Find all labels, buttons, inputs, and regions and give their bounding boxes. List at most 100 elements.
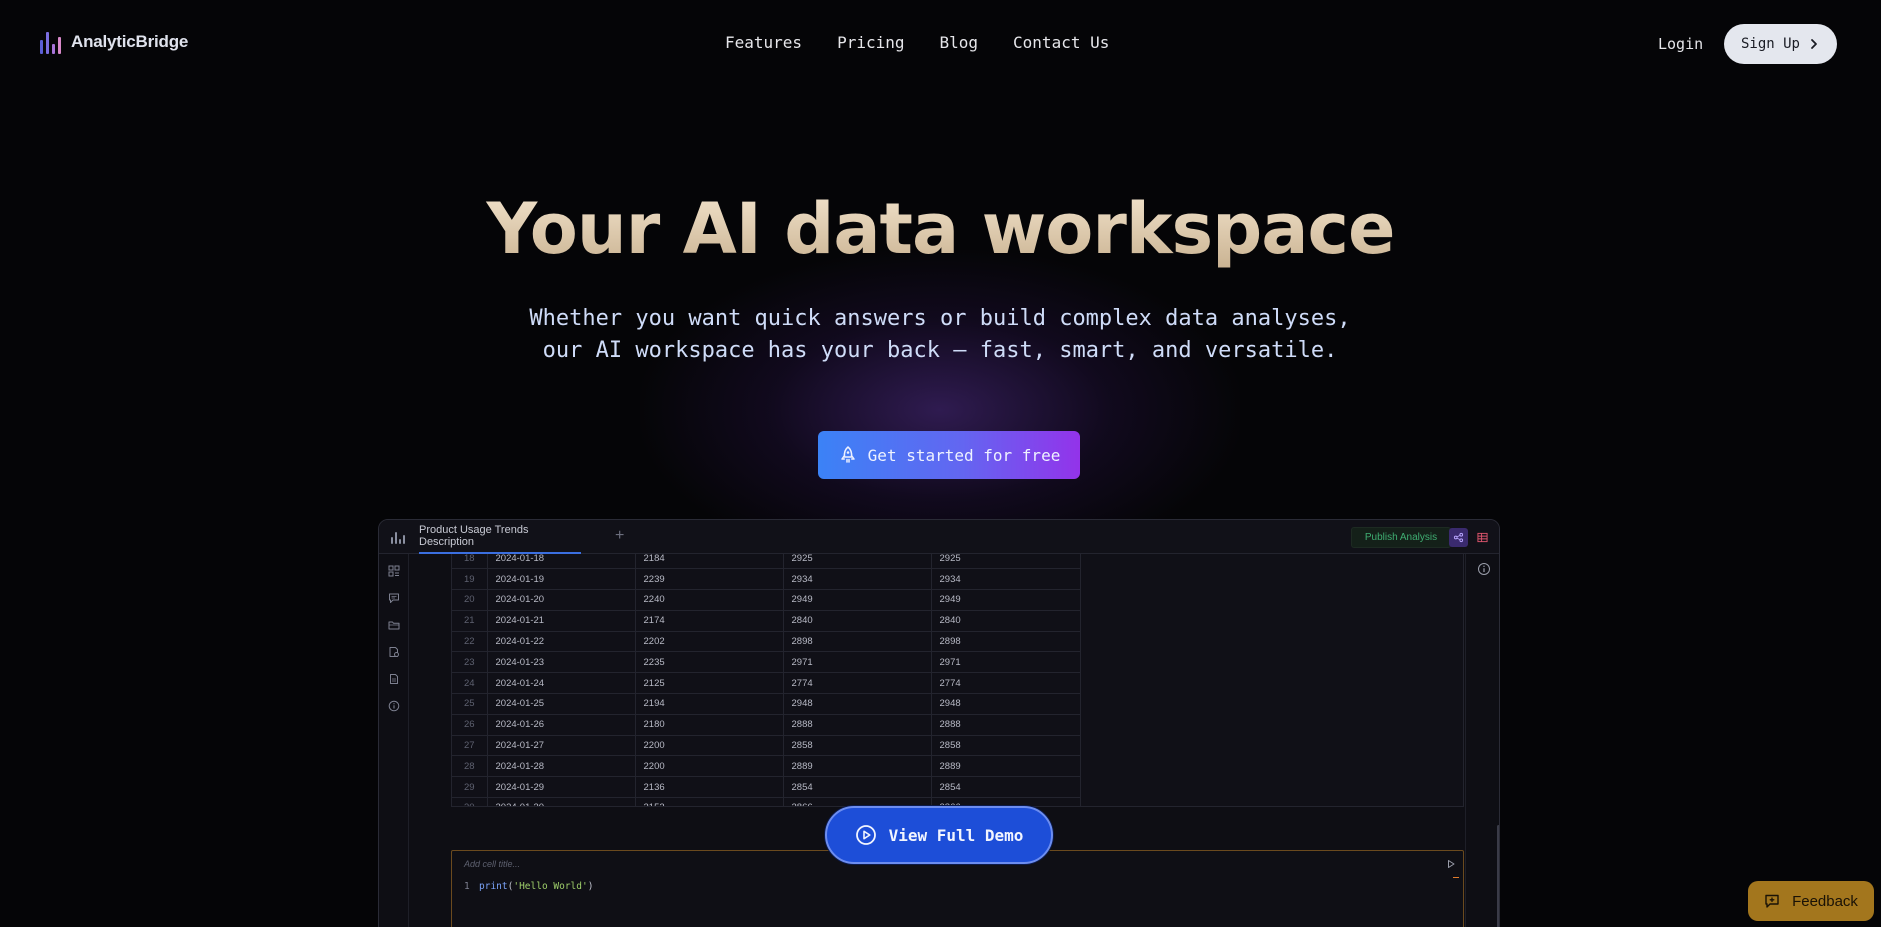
table-view-button[interactable] [1473, 528, 1492, 547]
run-cell-icon[interactable] [1446, 859, 1456, 869]
table-cell[interactable]: 2971 [783, 651, 932, 674]
table-cell[interactable]: 2024-01-29 [487, 776, 636, 799]
table-cell[interactable]: 2971 [931, 651, 1081, 674]
table-cell[interactable]: 2854 [931, 776, 1081, 799]
table-cell[interactable]: 2184 [635, 554, 784, 570]
table-cell[interactable]: 2024-01-26 [487, 714, 636, 736]
chat-icon[interactable] [388, 591, 400, 603]
signup-button[interactable]: Sign Up [1724, 24, 1837, 64]
row-index-cell[interactable]: 20 [452, 589, 488, 611]
table-cell[interactable]: 2888 [783, 714, 932, 736]
table-row: 23 2024-01-23 2235 2971 2971 [452, 651, 1081, 674]
table-cell[interactable]: 2898 [783, 631, 932, 653]
table-cell[interactable]: 2200 [635, 735, 784, 757]
add-tab-icon[interactable]: + [615, 527, 624, 545]
table-cell[interactable]: 2125 [635, 672, 784, 695]
top-navbar: AnalyticBridge Features Pricing Blog Con… [0, 0, 1881, 88]
table-cell[interactable]: 2024-01-19 [487, 568, 636, 591]
row-index-cell[interactable]: 22 [452, 631, 488, 653]
scrollbar-thumb[interactable] [1497, 825, 1499, 927]
table-cell[interactable]: 2024-01-18 [487, 554, 636, 570]
table-cell[interactable]: 2240 [635, 589, 784, 611]
row-index-cell[interactable]: 18 [452, 554, 488, 570]
code-editor[interactable]: print('Hello World') [479, 881, 593, 892]
table-cell[interactable]: 2925 [783, 554, 932, 570]
row-index-cell[interactable]: 24 [452, 672, 488, 695]
table-cell[interactable]: 2024-01-22 [487, 631, 636, 653]
login-link[interactable]: Login [1658, 35, 1703, 53]
sidebar-info-icon[interactable] [388, 699, 400, 712]
table-cell[interactable]: 2840 [783, 610, 932, 632]
rocket-icon [840, 446, 855, 463]
table-cell[interactable]: 2949 [783, 589, 932, 611]
row-index-cell[interactable]: 30 [452, 797, 488, 806]
hero-title: Your AI data workspace [0, 188, 1881, 270]
nav-link-features[interactable]: Features [725, 33, 802, 52]
layout-icon[interactable] [388, 564, 400, 577]
nav-link-blog[interactable]: Blog [940, 33, 979, 52]
folder-icon[interactable] [388, 618, 400, 630]
file-icon[interactable] [388, 672, 400, 684]
table-cell[interactable]: 2888 [931, 714, 1081, 736]
settings-doc-icon[interactable] [388, 645, 400, 657]
publish-analysis-button[interactable]: Publish Analysis [1351, 527, 1451, 548]
code-function: print [479, 881, 508, 892]
table-cell[interactable]: 2889 [931, 755, 1081, 778]
share-button[interactable] [1449, 528, 1468, 547]
table-cell[interactable]: 2239 [635, 568, 784, 591]
table-cell[interactable]: 2024-01-28 [487, 755, 636, 778]
table-cell[interactable]: 2024-01-20 [487, 589, 636, 611]
table-cell[interactable]: 2200 [635, 755, 784, 778]
row-index-cell[interactable]: 25 [452, 693, 488, 715]
row-index-cell[interactable]: 19 [452, 568, 488, 591]
table-row: 29 2024-01-29 2136 2854 2854 [452, 776, 1081, 799]
table-cell[interactable]: 2858 [931, 735, 1081, 757]
table-cell[interactable]: 2854 [783, 776, 932, 799]
chevron-right-icon [1811, 39, 1817, 49]
table-cell[interactable]: 2934 [931, 568, 1081, 591]
table-cell[interactable]: 2840 [931, 610, 1081, 632]
table-cell[interactable]: 2948 [783, 693, 932, 715]
row-index-cell[interactable]: 21 [452, 610, 488, 632]
nav-link-pricing[interactable]: Pricing [837, 33, 904, 52]
table-cell[interactable]: 2774 [783, 672, 932, 695]
table-row: 18 2024-01-18 2184 2925 2925 [452, 554, 1081, 570]
table-cell[interactable]: 2152 [635, 797, 784, 806]
get-started-button[interactable]: Get started for free [818, 431, 1080, 479]
table-cell[interactable]: 2194 [635, 693, 784, 715]
table-cell[interactable]: 2024-01-21 [487, 610, 636, 632]
table-cell[interactable]: 2925 [931, 554, 1081, 570]
table-cell[interactable]: 2934 [783, 568, 932, 591]
table-cell[interactable]: 2949 [931, 589, 1081, 611]
row-index-cell[interactable]: 26 [452, 714, 488, 736]
table-cell[interactable]: 2136 [635, 776, 784, 799]
table-row: 24 2024-01-24 2125 2774 2774 [452, 672, 1081, 695]
table-icon [1477, 532, 1488, 543]
row-index-cell[interactable]: 27 [452, 735, 488, 757]
tab-product-usage[interactable]: Product Usage Trends Description [419, 520, 581, 554]
data-table-grid: 18 2024-01-18 2184 2925 2925 19 2024-01-19 2239… [452, 554, 1081, 806]
table-cell[interactable]: 2889 [783, 755, 932, 778]
feedback-button[interactable]: Feedback [1748, 881, 1874, 921]
table-cell[interactable]: 2024-01-25 [487, 693, 636, 715]
row-index-cell[interactable]: 28 [452, 755, 488, 778]
table-cell[interactable]: 2774 [931, 672, 1081, 695]
table-cell[interactable]: 2948 [931, 693, 1081, 715]
nav-link-contact[interactable]: Contact Us [1013, 33, 1109, 52]
table-cell[interactable]: 2858 [783, 735, 932, 757]
table-cell[interactable]: 2898 [931, 631, 1081, 653]
brand-logo[interactable]: AnalyticBridge [40, 30, 188, 54]
row-index-cell[interactable]: 29 [452, 776, 488, 799]
table-cell[interactable]: 2024-01-27 [487, 735, 636, 757]
cell-title-input[interactable]: Add cell title... [464, 859, 520, 869]
view-full-demo-button[interactable]: View Full Demo [825, 806, 1053, 864]
table-cell[interactable]: 2174 [635, 610, 784, 632]
table-cell[interactable]: 2024-01-23 [487, 651, 636, 674]
table-cell[interactable]: 2202 [635, 631, 784, 653]
row-index-cell[interactable]: 23 [452, 651, 488, 674]
info-icon[interactable] [1477, 562, 1491, 576]
table-cell[interactable]: 2180 [635, 714, 784, 736]
table-cell[interactable]: 2235 [635, 651, 784, 674]
table-cell[interactable]: 2024-01-24 [487, 672, 636, 695]
table-cell[interactable]: 2024-01-30 [487, 797, 636, 806]
